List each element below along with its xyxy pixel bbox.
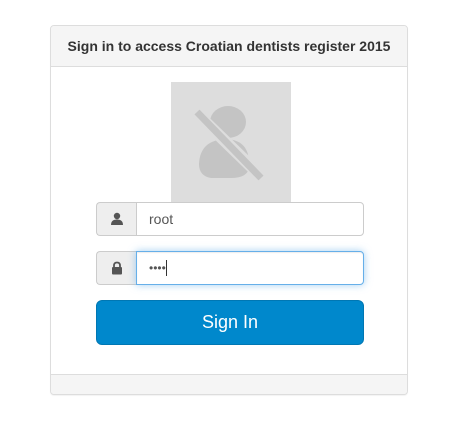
panel-heading: Sign in to access Croatian dentists regi… xyxy=(51,26,407,67)
user-icon xyxy=(110,212,123,225)
username-input[interactable] xyxy=(136,202,364,236)
password-group: •••• xyxy=(96,251,364,285)
username-group xyxy=(96,202,364,236)
user-slash-icon xyxy=(190,106,268,183)
avatar xyxy=(171,82,291,202)
sign-in-button[interactable]: Sign In xyxy=(96,300,364,345)
username-addon xyxy=(96,202,136,236)
lock-icon xyxy=(111,261,122,275)
password-input[interactable]: •••• xyxy=(136,251,364,285)
login-panel: Sign in to access Croatian dentists regi… xyxy=(50,25,408,395)
password-addon xyxy=(96,251,136,285)
panel-title: Sign in to access Croatian dentists regi… xyxy=(67,38,391,54)
panel-footer xyxy=(51,374,407,394)
text-caret xyxy=(165,260,167,276)
password-masked-value: •••• xyxy=(149,261,166,275)
